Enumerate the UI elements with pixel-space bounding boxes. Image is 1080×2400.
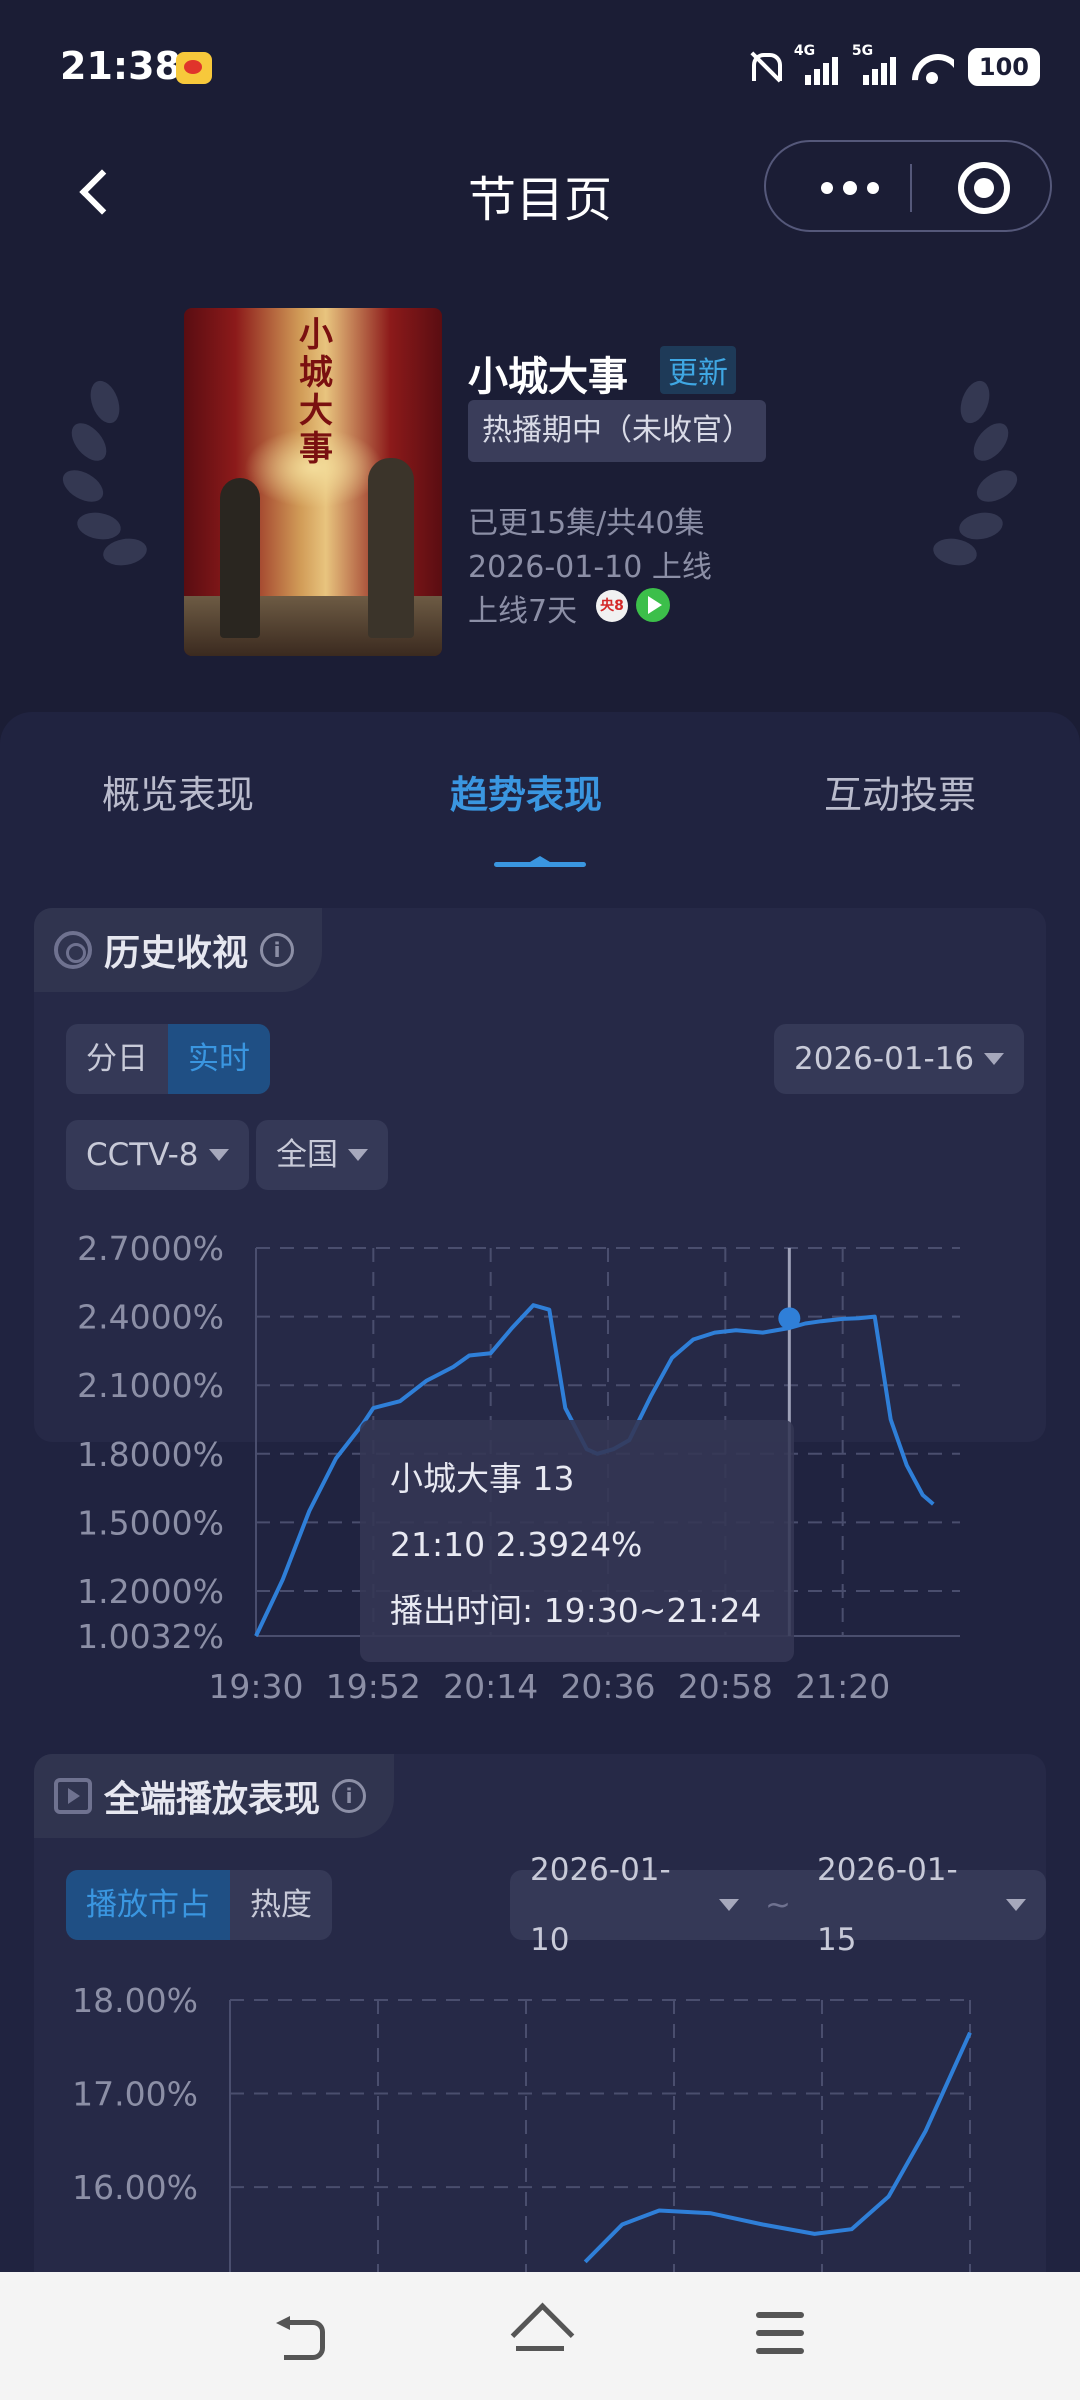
- charts-layer: 2.7000% 2.4000% 2.1000% 1.8000% 1.5000% 1.200…: [72, 1229, 972, 2272]
- playback-share-chart[interactable]: 18.00% 17.00% 16.00%: [72, 1981, 972, 2272]
- y-tick-label: 16.00%: [72, 2168, 198, 2207]
- system-menu-icon[interactable]: [756, 2312, 804, 2354]
- y-tick-label: 2.7000%: [77, 1229, 224, 1268]
- y-tick-label: 1.0032%: [77, 1617, 224, 1656]
- y-tick-label: 1.2000%: [77, 1572, 224, 1611]
- x-tick-label: 20:36: [560, 1667, 655, 1706]
- system-nav-bar: [0, 2272, 1080, 2400]
- tooltip-episode: 小城大事 13: [390, 1459, 575, 1498]
- x-tick-label: 21:20: [795, 1667, 890, 1706]
- x-tick-label: 19:52: [326, 1667, 421, 1706]
- x-tick-label: 20:58: [678, 1667, 773, 1706]
- series-line: [583, 2031, 972, 2264]
- y-tick-label: 1.8000%: [77, 1435, 224, 1474]
- x-tick-label: 20:14: [443, 1667, 538, 1706]
- y-tick-label: 18.00%: [72, 1981, 198, 2020]
- highlight-point: [778, 1307, 801, 1330]
- y-tick-label: 1.5000%: [77, 1503, 224, 1542]
- y-tick-label: 2.4000%: [77, 1298, 224, 1337]
- tooltip-value: 21:10 2.3924%: [390, 1525, 643, 1564]
- x-tick-label: 19:30: [208, 1667, 303, 1706]
- chart-tooltip: 小城大事 13 21:10 2.3924% 播出时间: 19:30~21:24: [360, 1420, 794, 1662]
- y-tick-label: 17.00%: [72, 2075, 198, 2114]
- tooltip-airtime: 播出时间: 19:30~21:24: [390, 1591, 762, 1630]
- system-home-icon[interactable]: [512, 2308, 568, 2360]
- y-tick-label: 2.1000%: [77, 1366, 224, 1405]
- system-back-icon[interactable]: [276, 2316, 326, 2360]
